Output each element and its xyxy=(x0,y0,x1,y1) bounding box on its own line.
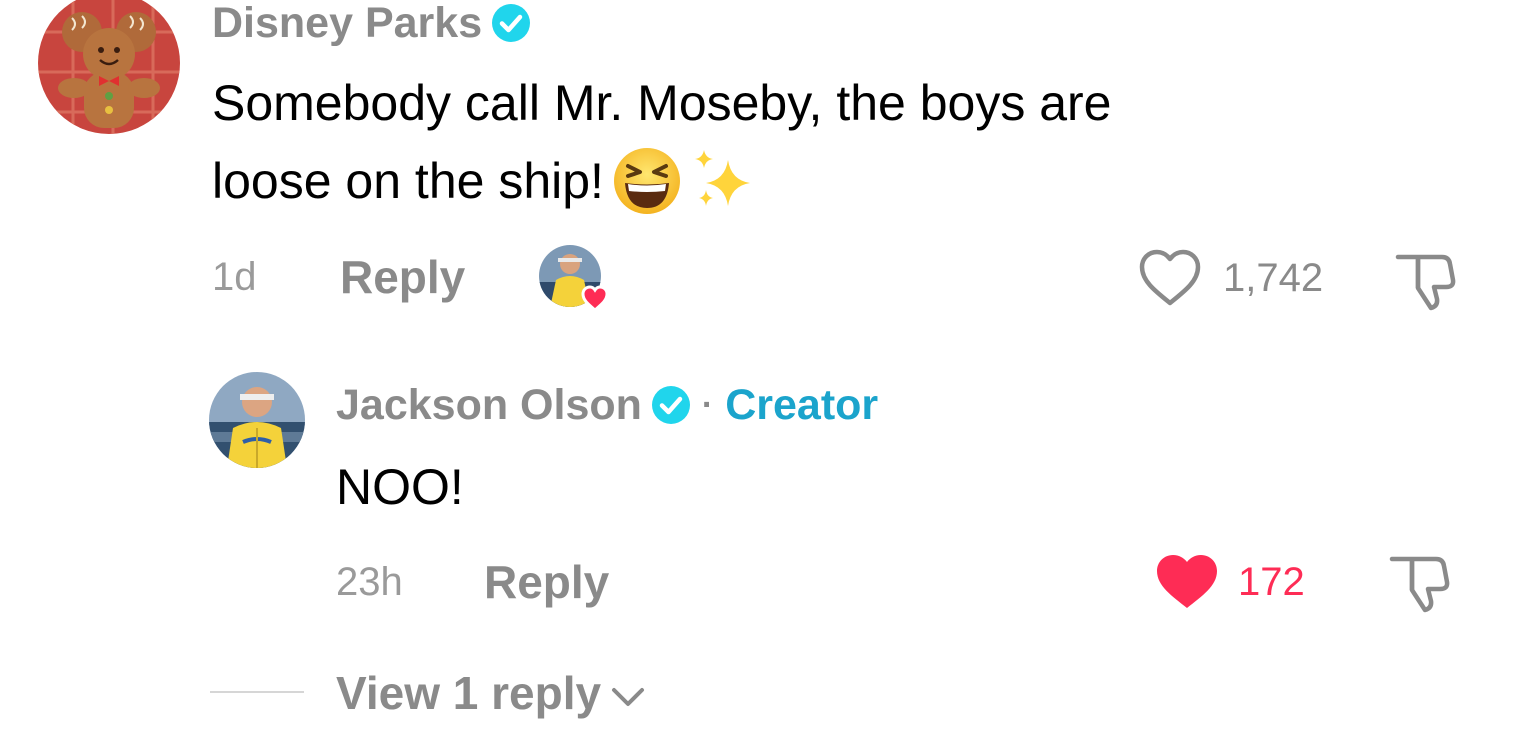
reply-button[interactable]: Reply xyxy=(484,555,609,609)
author-name-text: Jackson Olson xyxy=(336,380,642,429)
verified-badge-icon xyxy=(492,4,531,42)
dislike-button[interactable] xyxy=(1394,250,1462,317)
heart-filled-icon xyxy=(1157,555,1217,608)
comment-timestamp: 23h xyxy=(336,560,403,604)
reply-button[interactable]: Reply xyxy=(340,250,465,304)
creator-tag: Creator xyxy=(725,380,879,429)
avatar-jackson-olson[interactable] xyxy=(209,372,305,468)
comment-author-name[interactable]: Jackson Olson · Creator xyxy=(336,380,878,430)
replies-divider-line xyxy=(210,691,304,693)
chevron-down-icon xyxy=(609,666,647,720)
creator-liked-indicator xyxy=(538,244,614,312)
baseball-player-avatar-icon xyxy=(209,372,305,468)
comment-text: NOO! xyxy=(336,459,464,515)
name-separator: · xyxy=(701,385,714,424)
view-replies-button[interactable]: View 1 reply xyxy=(336,666,647,720)
comment-text-line-2: loose on the ship! xyxy=(212,153,604,209)
dislike-button[interactable] xyxy=(1388,552,1456,619)
like-count: 1,742 xyxy=(1223,255,1324,300)
verified-badge-icon xyxy=(651,386,690,424)
avatar-disney-parks[interactable] xyxy=(38,0,180,134)
comment-author-name[interactable]: Disney Parks xyxy=(212,0,531,48)
like-button[interactable]: 172 xyxy=(1154,552,1305,612)
comment-text-line: Somebody call Mr. Moseby, the boys are xyxy=(212,75,1112,131)
thumbs-down-icon xyxy=(1389,556,1450,613)
view-replies-label: View 1 reply xyxy=(336,667,602,719)
heart-outline-icon xyxy=(1139,249,1201,306)
thumbs-down-icon xyxy=(1395,254,1456,311)
comment-text-line: loose on the ship! xyxy=(212,142,1112,220)
creator-avatar-mini-icon xyxy=(539,245,609,312)
sparkles-emoji-icon xyxy=(688,146,758,216)
grinning-squinting-face-emoji-icon xyxy=(612,146,682,216)
like-count: 172 xyxy=(1238,559,1305,604)
like-button[interactable]: 1,742 xyxy=(1137,248,1323,308)
author-name-text: Disney Parks xyxy=(212,0,483,47)
comment-timestamp: 1d xyxy=(212,255,257,299)
comment-text: Somebody call Mr. Moseby, the boys are l… xyxy=(212,64,1112,220)
gingerbread-mickey-icon xyxy=(38,0,180,134)
